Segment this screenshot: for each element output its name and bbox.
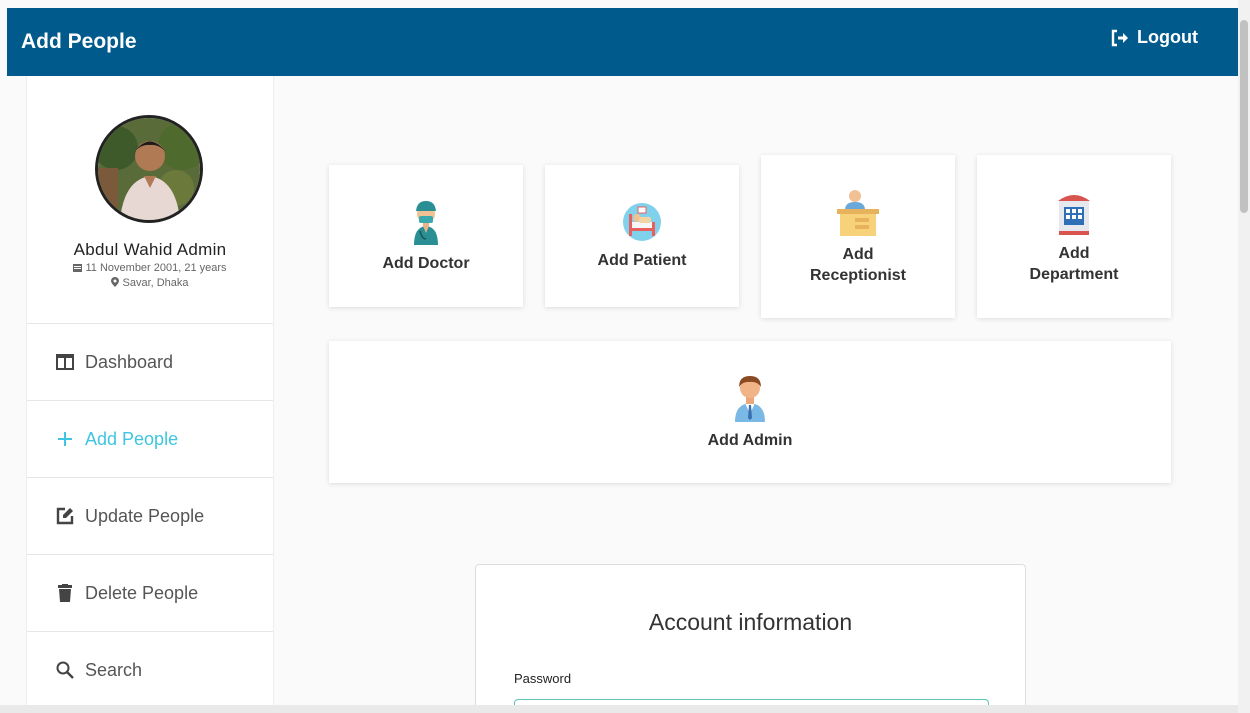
hospital-building-icon [1058,194,1090,235]
scrollbar-thumb[interactable] [1240,20,1248,213]
profile-name: Abdul Wahid Admin [73,240,227,259]
top-bar: Add People Logout [7,8,1240,76]
trash-icon [55,584,75,602]
add-department-label: Add Department [1030,243,1119,285]
patient-bed-icon [623,202,661,241]
add-receptionist-label-line2: Receptionist [809,266,906,284]
sidebar-item-search[interactable]: Search [27,632,273,709]
sign-out-icon [1111,29,1129,46]
profile-location: Savar, Dhaka [27,277,273,289]
sidebar-item-label: Search [85,659,143,680]
receptionist-desk-icon [837,189,879,236]
account-information-title: Account information [648,609,853,635]
sidebar-item-label: Dashboard [85,351,174,372]
horizontal-scrollbar[interactable] [0,705,1238,713]
sidebar-item-dashboard[interactable]: Dashboard [27,324,273,401]
add-department-card[interactable]: Add Department [977,155,1171,318]
sidebar-item-add-people[interactable]: Add People [27,401,273,478]
sidebar-item-label: Delete People [85,582,199,603]
doctor-icon [414,200,438,245]
admin-user-icon [735,375,765,422]
search-icon [55,661,75,679]
logout-button[interactable]: Logout [1110,27,1198,48]
app-window: Add People Logout Abdul Wahid Admin 11 N… [0,0,1250,713]
calendar-icon [73,264,83,272]
password-label: Password [514,671,572,686]
add-doctor-card[interactable]: Add Doctor [329,165,523,307]
dob-text: 11 November 2001, 21 years [85,262,227,274]
add-department-label-line1: Add [1058,244,1090,262]
page-title: Add People [21,30,137,53]
add-admin-card[interactable]: Add Admin [329,341,1171,483]
sidebar-item-update-people[interactable]: Update People [27,478,273,555]
plus-icon [55,431,75,447]
add-receptionist-label-line1: Add [842,245,874,263]
avatar [98,118,200,220]
add-admin-label: Add Admin [707,431,793,449]
add-receptionist-label: Add Receptionist [810,244,906,286]
add-department-label-line2: Department [1029,265,1119,283]
sidebar-item-delete-people[interactable]: Delete People [27,555,273,632]
profile-dob: 11 November 2001, 21 years [27,262,273,274]
add-patient-label: Add Patient [597,251,687,269]
logout-label: Logout [1137,27,1198,47]
account-information-panel: Account information Password [475,564,1026,713]
add-receptionist-card[interactable]: Add Receptionist [761,155,955,318]
location-text: Savar, Dhaka [122,277,189,289]
sidebar: Abdul Wahid Admin 11 November 2001, 21 y… [26,76,274,709]
add-patient-card[interactable]: Add Patient [545,165,739,307]
vertical-scrollbar[interactable] [1238,0,1250,713]
sidebar-item-label: Add People [85,428,179,449]
edit-icon [55,507,75,525]
columns-icon [55,354,75,370]
add-doctor-label: Add Doctor [382,254,470,272]
sidebar-item-label: Update People [85,505,205,526]
profile-card: Abdul Wahid Admin 11 November 2001, 21 y… [27,76,273,324]
map-marker-icon [111,277,120,287]
